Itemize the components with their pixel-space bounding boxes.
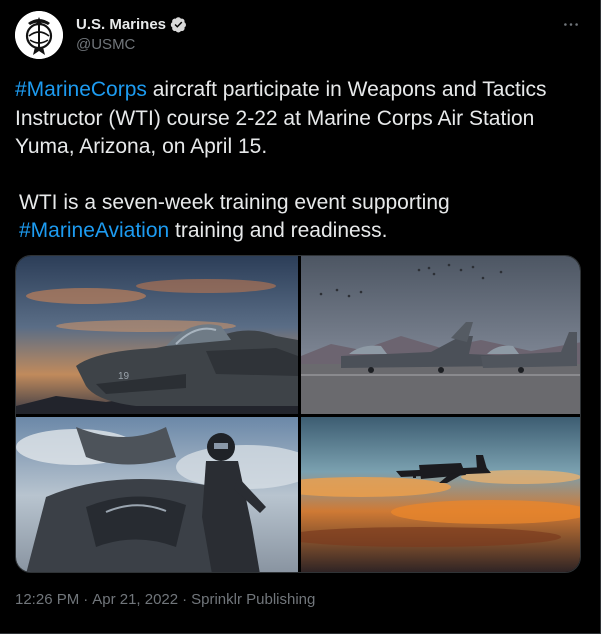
media-grid: 19 bbox=[15, 255, 581, 573]
handle[interactable]: @USMC bbox=[76, 36, 135, 53]
tweet-paragraph-1: #MarineCorps aircraft participate in Wea… bbox=[15, 76, 585, 162]
usmc-emblem-icon[interactable] bbox=[15, 11, 63, 59]
display-name[interactable]: U.S. Marines bbox=[76, 16, 166, 33]
author-name-row[interactable]: U.S. Marines bbox=[76, 14, 187, 34]
paragraph-2-tail: training and readiness. bbox=[169, 219, 388, 242]
tweet-card: U.S. Marines @USMC #MarineCorps aircraft… bbox=[0, 0, 601, 634]
pilot-f35-cockpit-photo[interactable] bbox=[16, 417, 298, 572]
svg-text:19: 19 bbox=[118, 371, 130, 382]
hashtag-marinecorps[interactable]: #MarineCorps bbox=[15, 78, 147, 101]
tweet-source[interactable]: Sprinklr Publishing bbox=[191, 591, 315, 608]
more-options-icon[interactable] bbox=[557, 12, 585, 36]
meta-separator: · bbox=[83, 591, 89, 608]
tweet-paragraph-2: WTI is a seven-week training event suppo… bbox=[15, 189, 585, 246]
paragraph-2-text: WTI is a seven-week training event suppo… bbox=[19, 190, 456, 214]
c130-sunset-photo[interactable] bbox=[301, 417, 580, 572]
jets-on-flightline-photo[interactable] bbox=[301, 256, 580, 414]
hashtag-marineaviation[interactable]: #MarineAviation bbox=[19, 219, 169, 242]
harrier-jet-dusk-photo[interactable]: 19 bbox=[16, 256, 298, 414]
tweet-text: #MarineCorps aircraft participate in Wea… bbox=[15, 76, 585, 246]
tweet-time[interactable]: 12:26 PM bbox=[15, 591, 79, 608]
verified-badge-icon bbox=[170, 16, 187, 33]
tweet-meta: 12:26 PM · Apr 21, 2022 · Sprinklr Publi… bbox=[15, 591, 319, 608]
tweet-date[interactable]: Apr 21, 2022 bbox=[92, 591, 178, 608]
meta-separator: · bbox=[182, 591, 188, 608]
